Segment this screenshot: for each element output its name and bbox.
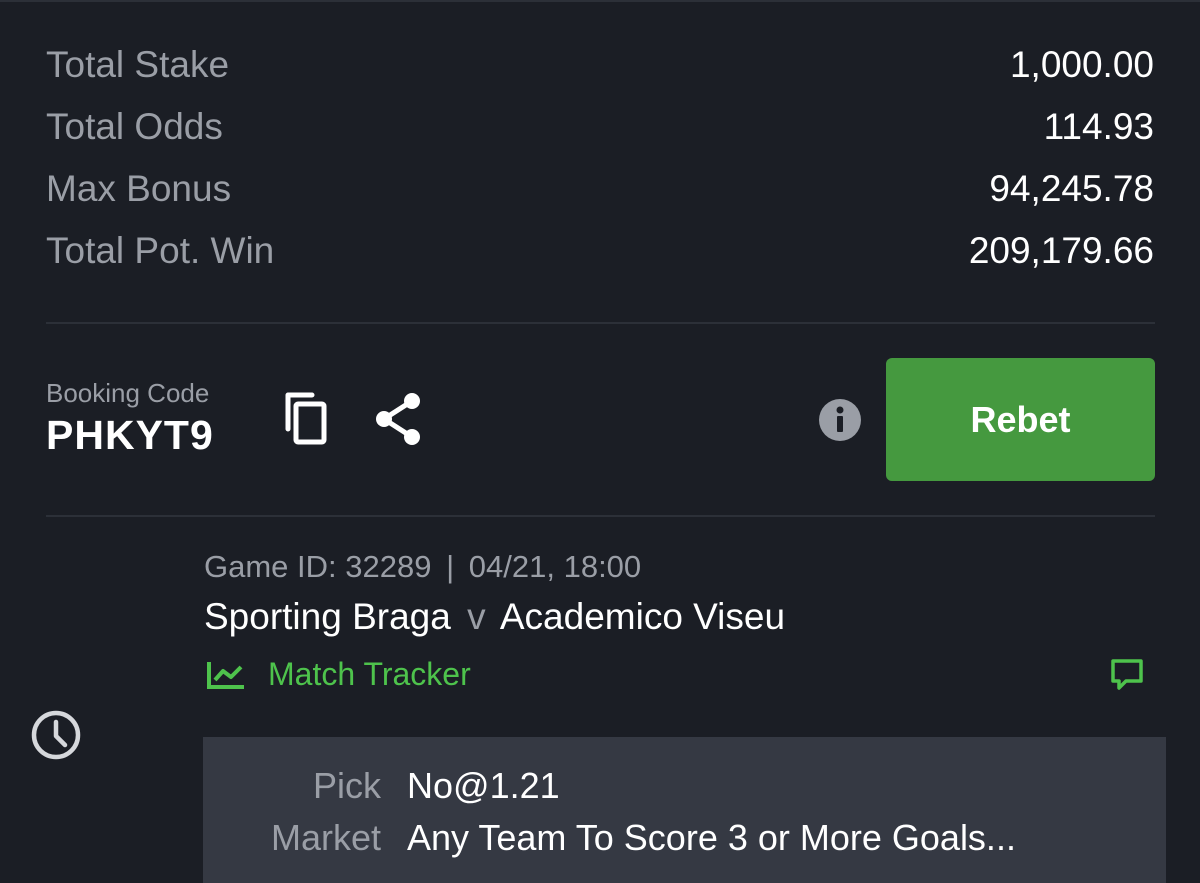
game-time: 04/21, 18:00	[468, 549, 642, 584]
booking-divider	[46, 515, 1155, 517]
game-id: Game ID: 32289	[204, 549, 432, 584]
line-chart-icon	[207, 661, 244, 689]
bet-summary: Total Stake 1,000.00 Total Odds 114.93 M…	[46, 34, 1154, 282]
market-value: Any Team To Score 3 or More Goals...	[407, 817, 1016, 858]
selection-card: Pick No@1.21 Market Any Team To Score 3 …	[203, 737, 1166, 883]
rebet-button[interactable]: Rebet	[886, 358, 1155, 481]
summary-label: Total Odds	[46, 106, 223, 147]
match-title: Sporting Braga v Academico Viseu	[204, 596, 785, 638]
match-tracker-link[interactable]: Match Tracker	[206, 656, 471, 693]
market-row: Market Any Team To Score 3 or More Goals…	[203, 817, 1016, 859]
booking-code-label: Booking Code	[46, 378, 210, 408]
pick-row: Pick No@1.21	[203, 765, 560, 807]
home-team: Sporting Braga	[204, 596, 451, 637]
info-icon	[819, 399, 861, 441]
summary-label: Total Stake	[46, 44, 230, 85]
comment-icon[interactable]	[1110, 658, 1144, 692]
versus-label: v	[467, 596, 486, 637]
bet-details-page: Total Stake 1,000.00 Total Odds 114.93 M…	[0, 0, 1200, 883]
game-meta: Game ID: 32289 | 04/21, 18:00	[204, 549, 641, 585]
summary-value: 94,245.78	[989, 168, 1154, 209]
booking-code-value: PHKYT9	[46, 412, 214, 458]
summary-row-total-stake: Total Stake 1,000.00	[46, 34, 1154, 96]
info-button[interactable]	[818, 398, 862, 442]
copy-button[interactable]	[280, 390, 332, 448]
summary-value: 114.93	[1043, 106, 1154, 147]
share-button[interactable]	[370, 390, 426, 448]
clock-icon	[31, 710, 81, 760]
market-label: Market	[270, 817, 381, 858]
summary-row-total-pot-win: Total Pot. Win 209,179.66	[46, 220, 1154, 282]
top-divider	[0, 0, 1200, 2]
summary-label: Max Bonus	[46, 168, 232, 209]
pick-value: No@1.21	[407, 765, 560, 806]
summary-row-max-bonus: Max Bonus 94,245.78	[46, 158, 1154, 220]
booking-code-block: Booking Code PHKYT9	[46, 378, 214, 459]
away-team: Academico Viseu	[499, 596, 786, 637]
summary-label: Total Pot. Win	[46, 230, 275, 271]
meta-separator: |	[446, 549, 455, 584]
summary-divider	[46, 322, 1155, 324]
summary-value: 209,179.66	[968, 230, 1154, 271]
match-tracker-label: Match Tracker	[268, 656, 471, 692]
pick-label: Pick	[312, 765, 381, 806]
summary-row-total-odds: Total Odds 114.93	[46, 96, 1154, 158]
share-icon	[376, 393, 420, 445]
copy-icon	[285, 392, 327, 445]
summary-value: 1,000.00	[1009, 44, 1154, 85]
